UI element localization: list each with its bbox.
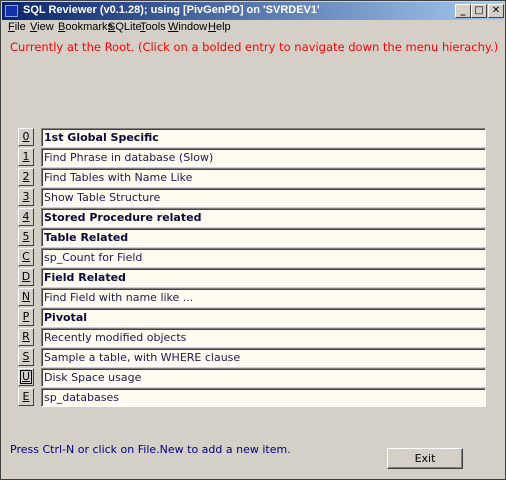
menu-entry-row: R Recently modified objects	[1, 328, 506, 348]
menu-entry[interactable]: Find Phrase in database (Slow)	[41, 148, 486, 167]
menu-entry-row: S Sample a table, with WHERE clause	[1, 348, 506, 368]
menu-entry[interactable]: Disk Space usage	[41, 368, 486, 387]
menu-entry-row: P Pivotal	[1, 308, 506, 328]
shortcut-key-button[interactable]: C	[18, 248, 34, 266]
menu-entry-row: 5 Table Related	[1, 228, 506, 248]
shortcut-key-button[interactable]: 2	[18, 168, 34, 186]
menu-entry[interactable]: sp_databases	[41, 388, 486, 407]
status-message: Currently at the Root. (Click on a bolde…	[10, 40, 499, 54]
title-bar[interactable]: SQL Reviewer (v0.1.28); using [PivGenPD]…	[2, 2, 504, 20]
menu-file[interactable]: File	[8, 21, 26, 33]
menu-entry-row: 1 Find Phrase in database (Slow)	[1, 148, 506, 168]
menu-entry-row: 2 Find Tables with Name Like	[1, 168, 506, 188]
exit-button[interactable]: Exit	[387, 448, 463, 469]
app-window: SQL Reviewer (v0.1.28); using [PivGenPD]…	[0, 0, 506, 480]
shortcut-key-button[interactable]: N	[18, 288, 34, 306]
close-button[interactable]: ✕	[488, 4, 504, 18]
menu-entry-row: C sp_Count for Field	[1, 248, 506, 268]
menu-entry[interactable]: 1st Global Specific	[41, 128, 486, 147]
hint-text: Press Ctrl-N or click on File.New to add…	[10, 443, 291, 456]
menu-tools[interactable]: Tools	[140, 21, 166, 33]
shortcut-key-button[interactable]: 3	[18, 188, 34, 206]
menu-entry-row: N Find Field with name like ...	[1, 288, 506, 308]
menu-entry[interactable]: Recently modified objects	[41, 328, 486, 347]
menu-window[interactable]: Window	[168, 21, 207, 33]
shortcut-key-button[interactable]: R	[18, 328, 34, 346]
window-title: SQL Reviewer (v0.1.28); using [PivGenPD]…	[23, 4, 320, 16]
menu-entry-row: U Disk Space usage	[1, 368, 506, 388]
menu-entry-row: D Field Related	[1, 268, 506, 288]
menu-entry[interactable]: Find Field with name like ...	[41, 288, 486, 307]
menu-entry[interactable]: Sample a table, with WHERE clause	[41, 348, 486, 367]
menu-entry[interactable]: Table Related	[41, 228, 486, 247]
menu-entry[interactable]: sp_Count for Field	[41, 248, 486, 267]
shortcut-key-button[interactable]: S	[18, 348, 34, 366]
minimize-button[interactable]: _	[455, 4, 471, 18]
menu-entry-row: E sp_databases	[1, 388, 506, 408]
shortcut-key-button[interactable]: 1	[18, 148, 34, 166]
menu-bookmarks[interactable]: Bookmarks	[58, 21, 113, 33]
shortcut-key-button[interactable]: E	[18, 388, 34, 406]
menu-help[interactable]: Help	[208, 21, 231, 33]
menu-bar: File View Bookmarks SQLite Tools Window …	[2, 20, 504, 36]
shortcut-key-button[interactable]: 5	[18, 228, 34, 246]
shortcut-key-button[interactable]: D	[18, 268, 34, 286]
menu-entry[interactable]: Field Related	[41, 268, 486, 287]
menu-entry-row: 0 1st Global Specific	[1, 128, 506, 148]
menu-entry[interactable]: Find Tables with Name Like	[41, 168, 486, 187]
menu-sqlite[interactable]: SQLite	[108, 21, 142, 33]
shortcut-key-button[interactable]: P	[18, 308, 34, 326]
menu-entry[interactable]: Show Table Structure	[41, 188, 486, 207]
menu-entry[interactable]: Pivotal	[41, 308, 486, 327]
shortcut-key-button[interactable]: U	[18, 368, 34, 386]
shortcut-key-button[interactable]: 4	[18, 208, 34, 226]
app-icon	[5, 5, 18, 17]
shortcut-key-button[interactable]: 0	[18, 128, 34, 146]
maximize-button[interactable]: □	[471, 4, 487, 18]
menu-entry-row: 3 Show Table Structure	[1, 188, 506, 208]
menu-entry-row: 4 Stored Procedure related	[1, 208, 506, 228]
menu-view[interactable]: View	[30, 21, 54, 33]
menu-entry[interactable]: Stored Procedure related	[41, 208, 486, 227]
